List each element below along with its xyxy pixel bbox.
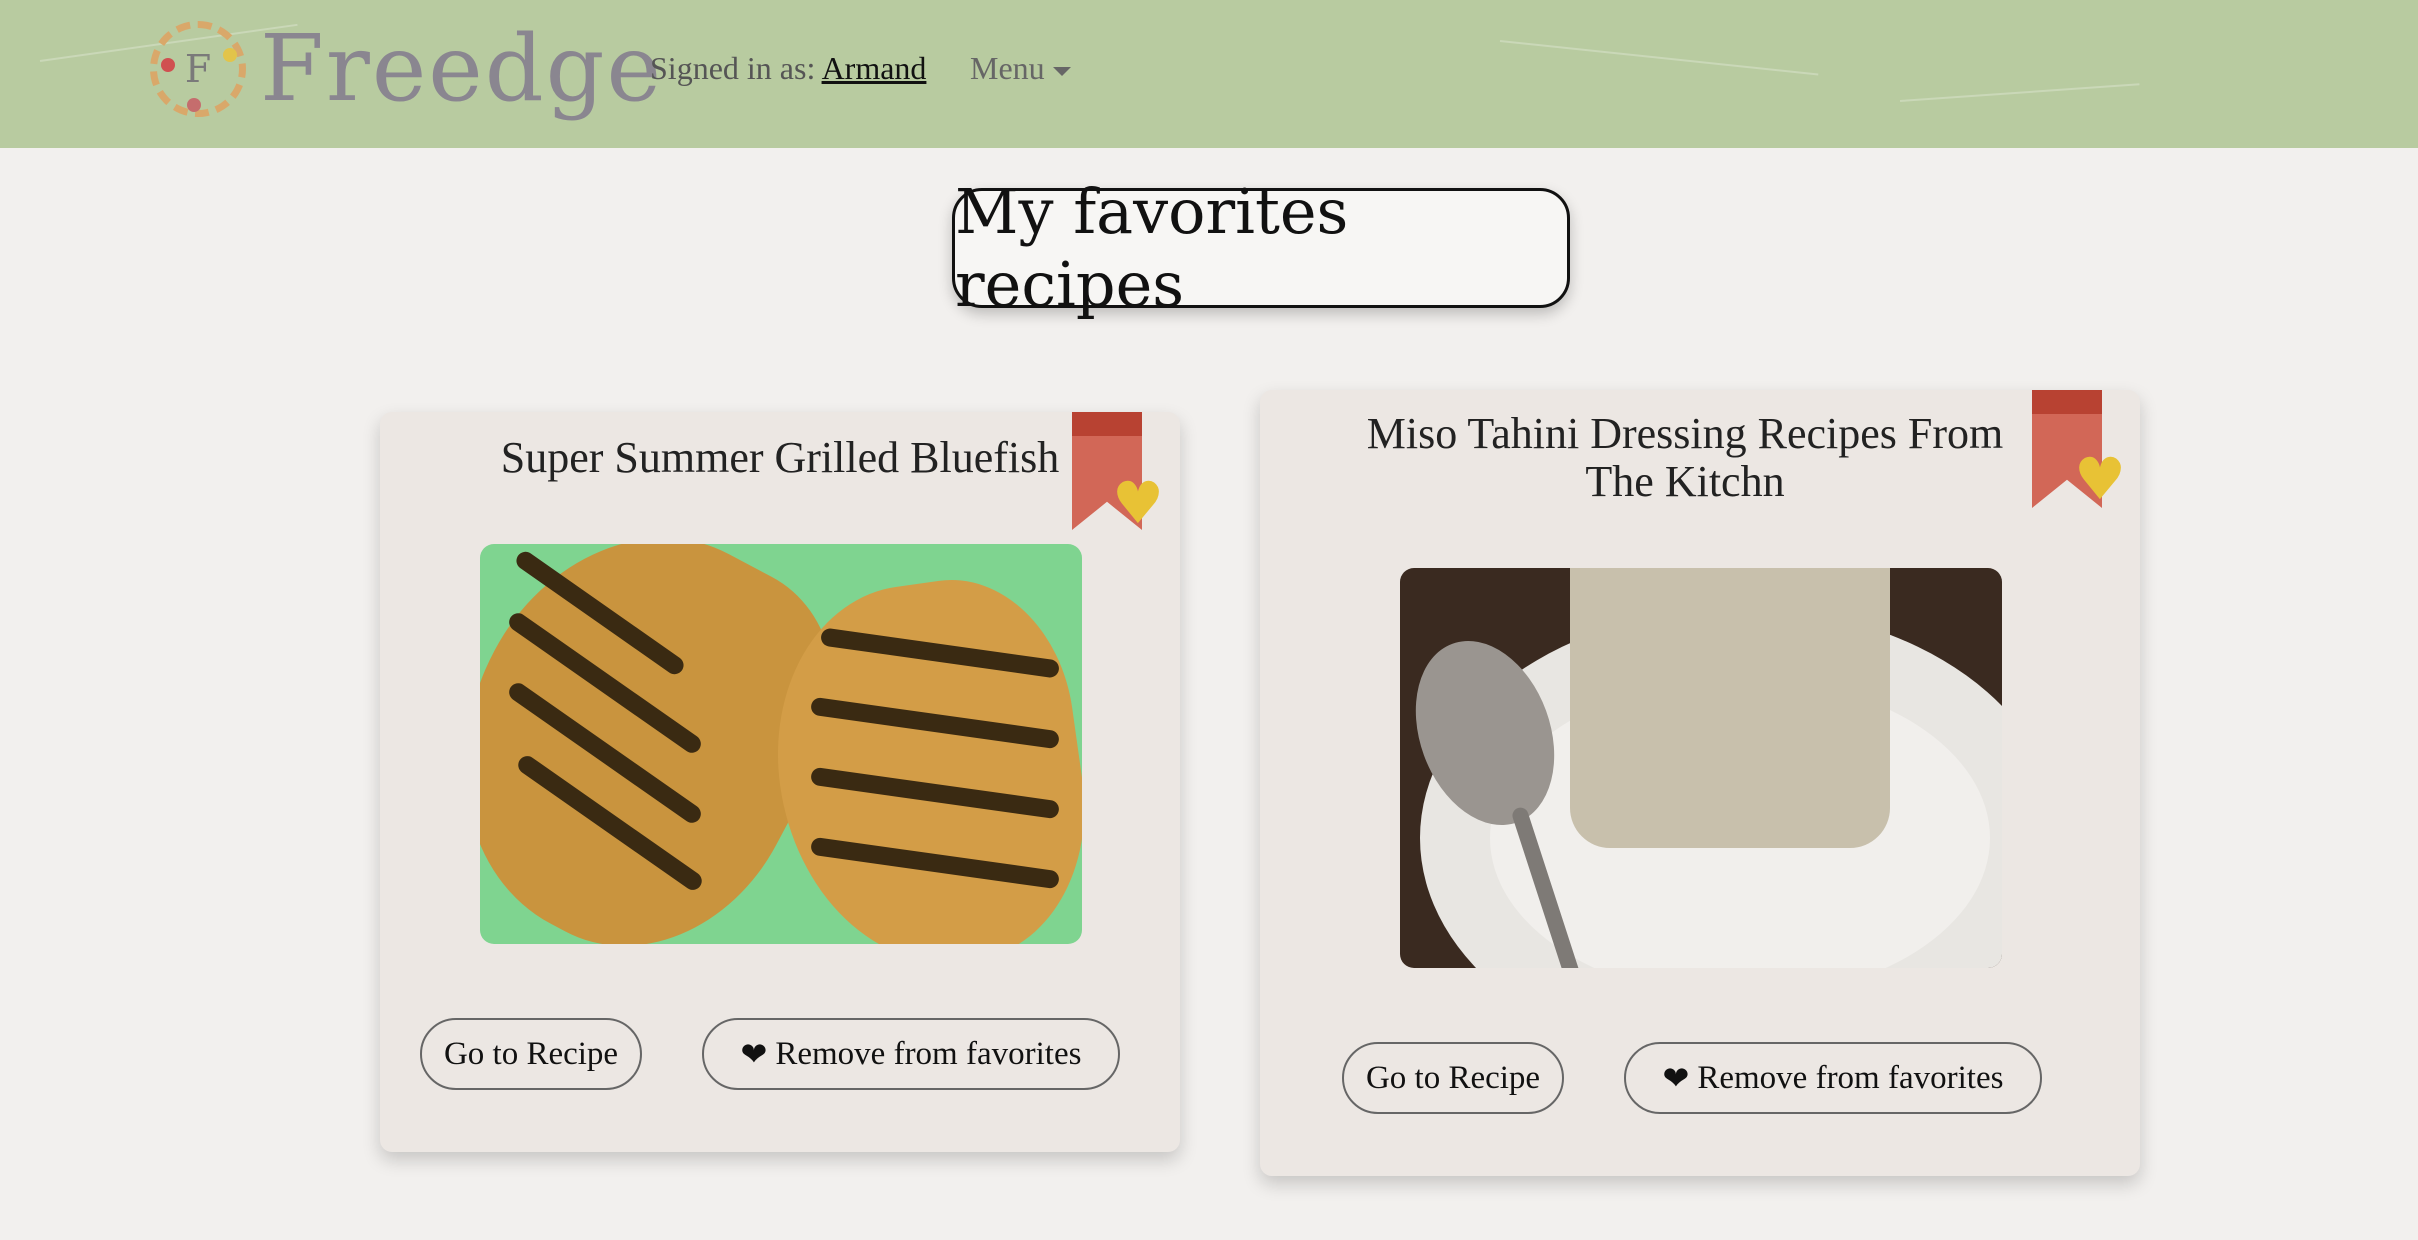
- logo-dot: [161, 58, 175, 72]
- logo-icon: F: [150, 21, 246, 117]
- logo-letter: F: [184, 47, 212, 91]
- recipe-title: Miso Tahini Dressing Recipes From The Ki…: [1366, 409, 2004, 506]
- recipe-image: [1400, 568, 2002, 968]
- remove-favorite-label: Remove from favorites: [1697, 1059, 2004, 1096]
- recipe-card: Miso Tahini Dressing Recipes From The Ki…: [1260, 390, 2140, 1176]
- remove-favorite-button[interactable]: ❤ Remove from favorites: [1624, 1042, 2042, 1114]
- broken-heart-icon: ❤: [740, 1036, 768, 1072]
- brand-link[interactable]: F Freedge: [150, 14, 663, 124]
- recipe-image: [480, 544, 1082, 944]
- signed-in-label: Signed in as:: [650, 50, 816, 86]
- navbar: F Freedge Signed in as: Armand Menu: [0, 0, 2418, 148]
- heart-icon: ♥: [2074, 445, 2126, 513]
- page-title: My favorites recipes: [952, 175, 1570, 321]
- broken-heart-icon: ❤: [1662, 1060, 1690, 1096]
- brand-name: Freedge: [260, 15, 663, 122]
- go-to-recipe-button[interactable]: Go to Recipe: [420, 1018, 642, 1090]
- logo-dot: [187, 98, 201, 112]
- menu-label: Menu: [970, 50, 1045, 86]
- recipe-card: Super Summer Grilled Bluefish ♥ Go to Re…: [380, 412, 1180, 1152]
- recipe-title: Super Summer Grilled Bluefish: [500, 433, 1060, 482]
- remove-favorite-button[interactable]: ❤ Remove from favorites: [702, 1018, 1120, 1090]
- signed-in-status: Signed in as: Armand: [650, 50, 926, 87]
- go-to-recipe-button[interactable]: Go to Recipe: [1342, 1042, 1564, 1114]
- heart-icon: ♥: [1112, 469, 1164, 537]
- chevron-down-icon: [1052, 67, 1071, 77]
- username-link[interactable]: Armand: [822, 50, 927, 86]
- menu-dropdown[interactable]: Menu: [970, 50, 1071, 87]
- remove-favorite-label: Remove from favorites: [775, 1035, 1082, 1072]
- navbar-texture: [1899, 83, 2140, 102]
- navbar-texture: [1499, 40, 1819, 76]
- logo-dot: [223, 48, 237, 62]
